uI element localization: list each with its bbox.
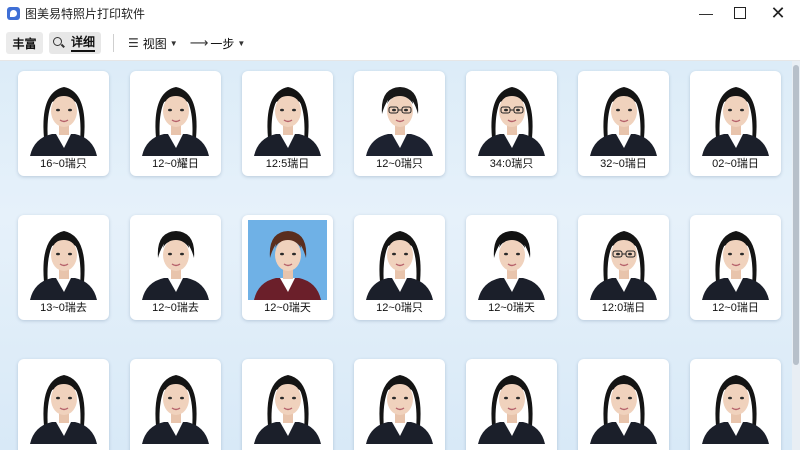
step-dropdown[interactable]: ⟶ 一步 ▼ [184,32,252,54]
photo-caption: 12:0瑞日 [601,302,646,314]
view-icon: ☰ [128,36,139,50]
portrait-thumbnail [584,364,663,444]
portrait-thumbnail [696,76,775,156]
portrait-thumbnail [696,220,775,300]
photo-card[interactable]: 02~0瑞日 [690,71,781,176]
tab-rich-label: 丰富 [12,36,37,51]
photo-card[interactable] [578,359,669,450]
photo-caption: 12~0瑞去 [152,302,199,314]
portrait-thumbnail [360,76,439,156]
maximize-icon [734,7,746,19]
chevron-down-icon: ▼ [237,38,246,48]
portrait-thumbnail [584,220,663,300]
portrait-thumbnail [360,220,439,300]
vertical-scrollbar[interactable] [792,61,800,450]
close-button[interactable]: ✕ [761,0,795,26]
photo-card[interactable] [466,359,557,450]
photo-card[interactable]: 34:0瑞只 [466,71,557,176]
photo-caption: 34:0瑞只 [489,158,534,170]
tab-rich[interactable]: 丰富 [6,32,43,54]
photo-card[interactable]: 12~0瑞日 [690,215,781,320]
portrait-thumbnail [24,220,103,300]
photo-card[interactable]: 32~0瑞日 [578,71,669,176]
toolbar: 丰富 详细 ☰ 视图 ▼ ⟶ 一步 ▼ [0,26,800,61]
view-dropdown[interactable]: ☰ 视图 ▼ [122,32,184,54]
scrollbar-thumb[interactable] [793,65,799,365]
photo-caption: 12~0瑞日 [712,302,759,314]
photo-card[interactable]: 12~0瑞只 [354,215,445,320]
chevron-down-icon: ▼ [169,38,178,48]
title-bar: 图美易特照片打印软件 — ✕ [0,0,800,26]
portrait-thumbnail [360,364,439,444]
portrait-thumbnail [584,76,663,156]
photo-caption: 12~0瑞天 [264,302,311,314]
minimize-icon: — [699,5,713,21]
photo-card[interactable]: 13~0瑞去 [18,215,109,320]
photo-caption: 32~0瑞日 [600,158,647,170]
app-logo-icon [7,6,20,20]
photo-caption: 12:5瑞日 [265,158,310,170]
photo-card[interactable]: 12~0瑞去 [130,215,221,320]
portrait-thumbnail [248,76,327,156]
photo-card[interactable]: 12~0瑞天 [466,215,557,320]
portrait-thumbnail [472,76,551,156]
photo-card[interactable] [690,359,781,450]
photo-card[interactable]: 12~0瑞只 [354,71,445,176]
portrait-thumbnail [248,220,327,300]
photo-caption: 12~0耀日 [152,158,199,170]
photo-card[interactable]: 12:5瑞日 [242,71,333,176]
photo-caption: 16~0瑞只 [40,158,87,170]
photo-caption: 13~0瑞去 [40,302,87,314]
portrait-thumbnail [248,364,327,444]
photo-card[interactable] [130,359,221,450]
portrait-thumbnail [136,220,215,300]
portrait-thumbnail [24,76,103,156]
maximize-button[interactable] [723,0,757,26]
photo-card[interactable]: 12:0瑞日 [578,215,669,320]
photo-card[interactable] [354,359,445,450]
photo-card[interactable] [242,359,333,450]
portrait-thumbnail [24,364,103,444]
photo-caption: 12~0瑞只 [376,302,423,314]
photo-card[interactable]: 16~0瑞只 [18,71,109,176]
portrait-thumbnail [136,76,215,156]
minimize-button[interactable]: — [689,0,723,26]
portrait-thumbnail [136,364,215,444]
view-label: 视图 [142,36,167,51]
portrait-thumbnail [472,364,551,444]
photo-caption: 12~0瑞天 [488,302,535,314]
photo-card[interactable]: 12~0瑞天 [242,215,333,320]
arrow-icon: ⟶ [189,35,209,50]
search-icon [53,37,65,49]
window-title: 图美易特照片打印软件 [25,6,146,21]
step-label: 一步 [210,36,235,51]
close-icon: ✕ [770,2,786,23]
tab-details-label: 详细 [71,34,96,52]
photo-caption: 12~0瑞只 [376,158,423,170]
toolbar-divider [113,34,115,52]
photo-card[interactable] [18,359,109,450]
portrait-thumbnail [472,220,551,300]
tab-details[interactable]: 详细 [49,32,102,54]
photo-grid: 16~0瑞只 12~0耀日 12:5瑞日 12~0瑞只 34:0瑞只 32~0瑞日 02~0… [0,61,800,450]
portrait-thumbnail [696,364,775,444]
photo-card[interactable]: 12~0耀日 [130,71,221,176]
photo-caption: 02~0瑞日 [712,158,759,170]
